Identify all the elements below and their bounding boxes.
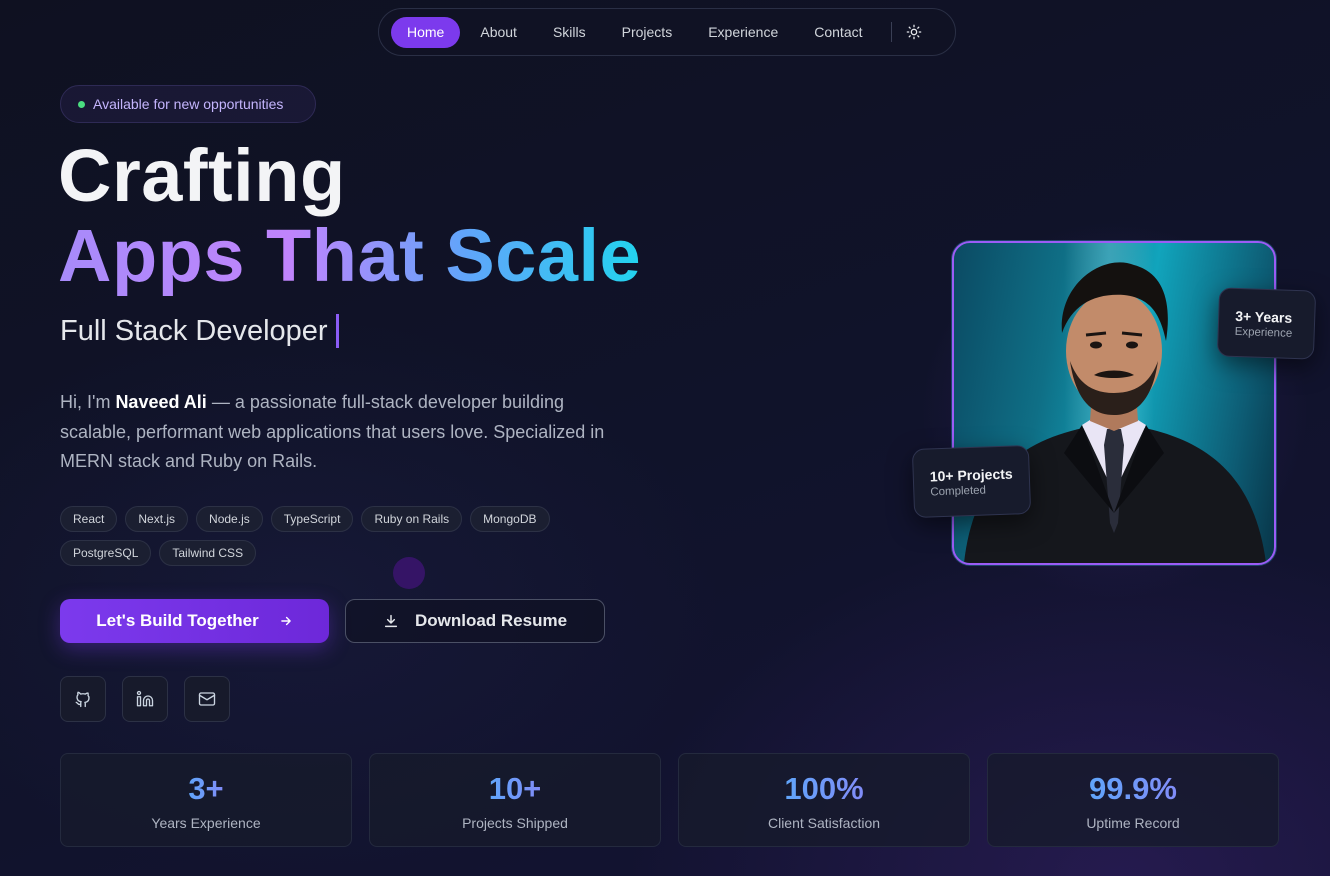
bio-paragraph: Hi, I'm Naveed Ali — a passionate full-s… bbox=[60, 388, 640, 477]
nav-projects[interactable]: Projects bbox=[606, 17, 689, 48]
stat-card-satisfaction: 100% Client Satisfaction bbox=[678, 753, 970, 847]
stat-value: 10+ bbox=[488, 771, 542, 806]
tech-tags: React Next.js Node.js TypeScript Ruby on… bbox=[60, 506, 620, 566]
role-text: Full Stack Developer bbox=[60, 315, 328, 347]
stat-value: 99.9% bbox=[1089, 771, 1177, 806]
typing-cursor bbox=[335, 314, 339, 348]
stats-row: 3+ Years Experience 10+ Projects Shipped… bbox=[60, 753, 1279, 847]
secondary-cta-label: Download Resume bbox=[414, 611, 568, 630]
experience-card: 3+ Years Experience bbox=[1216, 287, 1317, 360]
headline-line1: Crafting bbox=[58, 134, 346, 217]
tag: Tailwind CSS bbox=[159, 540, 257, 566]
nav-home[interactable]: Home bbox=[391, 16, 461, 48]
status-dot bbox=[78, 100, 85, 108]
role-title: Full Stack Developer bbox=[60, 312, 339, 350]
stat-label: Client Satisfaction bbox=[767, 815, 881, 831]
decorative-blob bbox=[393, 557, 425, 589]
github-icon bbox=[75, 691, 90, 708]
stat-label: Uptime Record bbox=[1086, 815, 1180, 831]
stat-card-experience: 3+ Years Experience bbox=[60, 753, 352, 847]
stat-card-projects: 10+ Projects Shipped bbox=[369, 753, 661, 847]
nav-divider bbox=[890, 22, 892, 42]
top-nav: Home About Skills Projects Experience Co… bbox=[378, 8, 956, 56]
tag: Ruby on Rails bbox=[361, 506, 463, 532]
stat-card-uptime: 99.9% Uptime Record bbox=[987, 753, 1279, 847]
experience-card-sub: Experience bbox=[1234, 325, 1293, 340]
email-link[interactable] bbox=[184, 676, 230, 722]
download-icon bbox=[384, 614, 398, 628]
experience-card-title: 3+ Years bbox=[1234, 307, 1293, 326]
primary-cta-label: Let's Build Together bbox=[96, 611, 259, 630]
linkedin-link[interactable] bbox=[122, 676, 168, 722]
stat-label: Projects Shipped bbox=[462, 815, 568, 831]
projects-card-sub: Completed bbox=[930, 484, 987, 498]
tag: React bbox=[60, 506, 118, 532]
nav-skills[interactable]: Skills bbox=[537, 17, 602, 48]
tag: TypeScript bbox=[270, 506, 354, 532]
arrow-right-icon bbox=[280, 616, 291, 626]
mail-icon bbox=[198, 692, 216, 706]
bio-name: Naveed Ali bbox=[115, 392, 207, 412]
tag: Node.js bbox=[196, 506, 263, 532]
lets-build-together-button[interactable]: Let's Build Together bbox=[60, 599, 329, 643]
social-links bbox=[60, 676, 230, 722]
github-link[interactable] bbox=[60, 676, 106, 722]
stat-label: Years Experience bbox=[151, 815, 261, 831]
headline-line2: Apps That Scale bbox=[58, 214, 642, 297]
theme-toggle-button[interactable] bbox=[904, 22, 924, 42]
tag: MongoDB bbox=[470, 506, 550, 532]
nav-experience[interactable]: Experience bbox=[692, 17, 794, 48]
tag: PostgreSQL bbox=[60, 540, 152, 566]
nav-about[interactable]: About bbox=[464, 17, 533, 48]
projects-card-title: 10+ Projects bbox=[929, 465, 1013, 484]
projects-card: 10+ Projects Completed bbox=[911, 444, 1032, 519]
availability-text: Available for new opportunities bbox=[93, 96, 284, 112]
sun-icon bbox=[906, 24, 921, 40]
tag: Next.js bbox=[125, 506, 189, 532]
download-resume-button[interactable]: Download Resume bbox=[345, 599, 605, 643]
stat-value: 100% bbox=[784, 771, 864, 806]
linkedin-icon bbox=[136, 690, 154, 707]
availability-badge: Available for new opportunities bbox=[60, 85, 316, 123]
bio-prefix: Hi, I'm bbox=[60, 392, 116, 412]
stat-value: 3+ bbox=[188, 771, 224, 806]
nav-contact[interactable]: Contact bbox=[798, 17, 878, 48]
